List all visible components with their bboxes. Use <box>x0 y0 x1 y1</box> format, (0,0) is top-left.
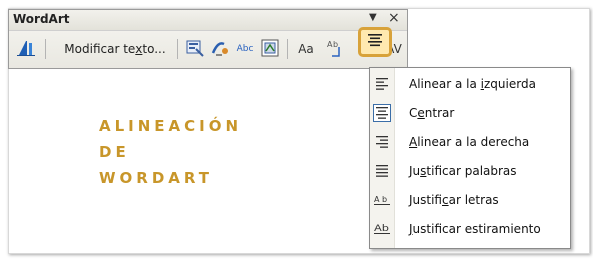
alignment-icon <box>367 32 383 52</box>
wordart-shape-icon: Abc <box>236 44 254 54</box>
toolbar-separator <box>45 39 46 59</box>
menu-item-label: Alinear a la derecha <box>409 135 530 149</box>
insert-wordart-button[interactable] <box>13 37 39 61</box>
justify-letters-icon: A b <box>373 191 391 209</box>
text-wrapping-button[interactable] <box>258 37 282 61</box>
align-right-icon <box>373 133 391 151</box>
edit-text-label-post: to... <box>142 42 166 56</box>
toolbar-separator <box>177 39 178 59</box>
svg-text:Ab: Ab <box>374 224 389 234</box>
menu-item-justify-letters[interactable]: A b Justificar letras <box>370 187 570 215</box>
menu-item-label: Centrar <box>409 106 455 120</box>
menu-item-justify-words[interactable]: Justificar palabras <box>370 158 570 186</box>
menu-item-justify-stretch[interactable]: Ab Justificar estiramiento <box>370 216 570 244</box>
edit-text-label-pre: Modificar te <box>64 42 136 56</box>
menu-item-align-right[interactable]: Alinear a la derecha <box>370 129 570 157</box>
alignment-menu: Alinear a la izquierda Centrar Alinear a… <box>369 67 571 249</box>
same-letter-heights-icon: Aa <box>298 42 314 56</box>
menu-item-center[interactable]: Centrar <box>370 100 570 128</box>
edit-text-mnemonic: x <box>135 42 143 56</box>
toolbar-options-dropdown-icon[interactable]: ▼ <box>369 12 377 23</box>
svg-text:A b: A b <box>374 195 387 204</box>
menu-item-label: Justificar estiramiento <box>409 222 541 236</box>
wordart-line-1: ALINEACIÓN <box>99 117 243 135</box>
menu-item-label: Alinear a la izquierda <box>409 77 536 91</box>
toolbar-buttons-row: Modificar te x to... Abc Aa A b AV <box>9 32 407 66</box>
wordart-toolbar: WordArt ▼ × Modificar te x to... Abc Aa … <box>8 9 408 69</box>
alignment-button[interactable] <box>358 27 392 57</box>
toolbar-title-bar[interactable]: WordArt ▼ × <box>9 10 407 31</box>
format-wordart-button[interactable] <box>208 37 232 61</box>
vertical-text-icon: A b <box>326 38 344 61</box>
wordart-line-2: DE <box>99 143 130 161</box>
align-left-icon <box>373 75 391 93</box>
menu-item-label: Justificar palabras <box>409 164 517 178</box>
wordart-shape-button[interactable]: Abc <box>233 37 257 61</box>
toolbar-close-icon[interactable]: × <box>388 10 400 26</box>
text-wrapping-icon <box>261 39 279 60</box>
edit-text-button[interactable]: Modificar te x to... <box>57 37 173 61</box>
justify-words-icon <box>373 162 391 180</box>
wordart-gallery-button[interactable] <box>183 37 207 61</box>
svg-text:b: b <box>333 40 338 49</box>
same-letter-heights-button[interactable]: Aa <box>293 37 319 61</box>
menu-item-align-left[interactable]: Alinear a la izquierda <box>370 71 570 99</box>
toolbar-title: WordArt <box>13 12 70 26</box>
justify-stretch-icon: Ab <box>373 220 391 238</box>
wordart-insert-icon <box>16 39 36 60</box>
wordart-object[interactable]: ALINEACIÓN DE WORDART <box>99 113 242 191</box>
vertical-text-button[interactable]: A b <box>323 37 347 61</box>
wordart-gallery-icon <box>186 39 204 60</box>
menu-item-label: Justificar letras <box>409 193 499 207</box>
align-center-icon <box>373 104 391 122</box>
format-wordart-icon <box>210 39 230 60</box>
toolbar-separator <box>287 39 288 59</box>
wordart-line-3: WORDART <box>99 169 214 187</box>
